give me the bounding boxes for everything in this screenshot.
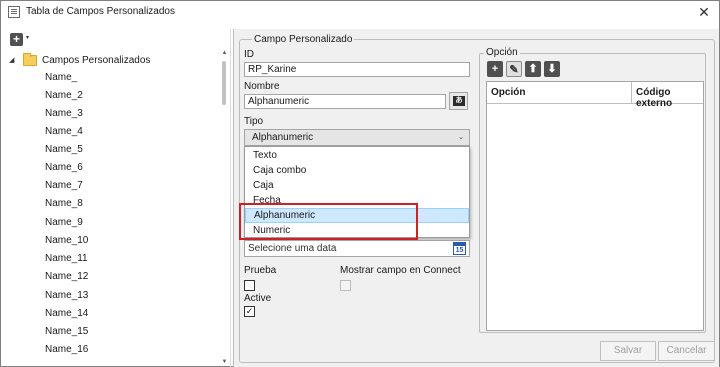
- save-button[interactable]: Salvar: [600, 341, 656, 361]
- id-field[interactable]: RP_Karine: [244, 62, 470, 77]
- tree-item[interactable]: Name_14: [45, 306, 88, 322]
- chevron-down-icon: ⌄: [458, 134, 464, 141]
- tree-scrollbar[interactable]: ▲ ▼: [220, 49, 229, 367]
- options-toolbar: + ✎ ⬆ ⬇: [487, 61, 560, 77]
- custom-fields-tree[interactable]: ◢ Campos Personalizados Name_ Name_2 Nam…: [3, 49, 221, 367]
- add-option-icon[interactable]: +: [487, 61, 503, 77]
- tree-item[interactable]: Name_3: [45, 106, 83, 122]
- detail-pane: Campo Personalizado ID RP_Karine Nombre …: [233, 29, 719, 367]
- tree-root-label: Campos Personalizados: [42, 54, 151, 66]
- close-button[interactable]: ✕: [695, 3, 713, 21]
- tree-item[interactable]: Name_6: [45, 160, 83, 176]
- active-label: Active: [244, 293, 272, 304]
- type-select[interactable]: Alphanumeric ⌄: [244, 129, 470, 146]
- tree-item[interactable]: Name_12: [45, 269, 88, 285]
- tree-item[interactable]: Name_9: [45, 215, 83, 231]
- tree-item[interactable]: Name_8: [45, 196, 83, 212]
- active-checkbox[interactable]: ✓: [244, 306, 255, 317]
- window-title: Tabla de Campos Personalizados: [26, 6, 175, 17]
- cancel-button[interactable]: Cancelar: [658, 341, 715, 361]
- edit-option-icon[interactable]: ✎: [506, 61, 522, 77]
- tree-pane: + ▾ ◢ Campos Personalizados Name_ Name_2…: [3, 29, 231, 367]
- type-label: Tipo: [244, 116, 264, 127]
- tree-item[interactable]: Name_15: [45, 324, 88, 340]
- scroll-down-icon[interactable]: ▼: [220, 358, 229, 367]
- scroll-up-icon[interactable]: ▲: [220, 49, 229, 58]
- id-label: ID: [244, 49, 254, 60]
- expand-arrow-icon[interactable]: ◢: [9, 56, 19, 64]
- scroll-thumb[interactable]: [222, 61, 226, 105]
- column-header-option[interactable]: Opción: [491, 87, 525, 98]
- test-label: Prueba: [244, 265, 277, 276]
- tree-item[interactable]: Name_7: [45, 178, 83, 194]
- options-grid-header: Opción Código externo: [487, 82, 703, 109]
- column-divider[interactable]: [631, 82, 632, 104]
- tree-item[interactable]: Name_10: [45, 233, 88, 249]
- tree-item[interactable]: Name_2: [45, 88, 83, 104]
- show-connect-label: Mostrar campo en Connect: [340, 265, 461, 276]
- date-placeholder: Selecione uma data: [248, 243, 337, 254]
- type-option[interactable]: Caja: [245, 178, 469, 193]
- move-up-icon[interactable]: ⬆: [525, 61, 541, 77]
- options-title: Opción: [484, 47, 520, 58]
- tree-root-node[interactable]: ◢ Campos Personalizados: [9, 52, 150, 68]
- highlight-annotation: [239, 203, 418, 240]
- tree-item[interactable]: Name_11: [45, 251, 88, 267]
- group-title: Campo Personalizado: [252, 34, 355, 45]
- folder-icon: [23, 52, 37, 66]
- app-icon: [8, 6, 20, 18]
- date-picker-field[interactable]: Selecione uma data 15: [244, 240, 470, 257]
- type-option[interactable]: Texto: [245, 148, 469, 163]
- title-bar: Tabla de Campos Personalizados ✕: [1, 1, 719, 23]
- translate-button[interactable]: あ: [449, 92, 468, 110]
- translate-icon: あ: [453, 96, 465, 106]
- tree-item[interactable]: Name_16: [45, 342, 88, 358]
- tree-item[interactable]: Name_: [45, 70, 77, 86]
- name-field[interactable]: Alphanumeric: [244, 94, 446, 109]
- type-select-value: Alphanumeric: [252, 132, 314, 143]
- plus-icon: +: [10, 33, 23, 46]
- custom-fields-window: Tabla de Campos Personalizados ✕ + ▾ ◢ C…: [0, 0, 720, 367]
- options-grid[interactable]: Opción Código externo: [486, 81, 704, 331]
- show-connect-checkbox[interactable]: [340, 280, 351, 291]
- name-label: Nombre: [244, 81, 280, 92]
- type-option[interactable]: Caja combo: [245, 163, 469, 178]
- column-header-external-code[interactable]: Código externo: [636, 87, 703, 109]
- tree-item[interactable]: Name_4: [45, 124, 83, 140]
- move-down-icon[interactable]: ⬇: [544, 61, 560, 77]
- tree-item[interactable]: Name_5: [45, 142, 83, 158]
- test-checkbox[interactable]: [244, 280, 255, 291]
- chevron-down-icon: ▾: [26, 35, 30, 41]
- tree-item[interactable]: Name_13: [45, 288, 88, 304]
- calendar-icon[interactable]: 15: [453, 242, 466, 255]
